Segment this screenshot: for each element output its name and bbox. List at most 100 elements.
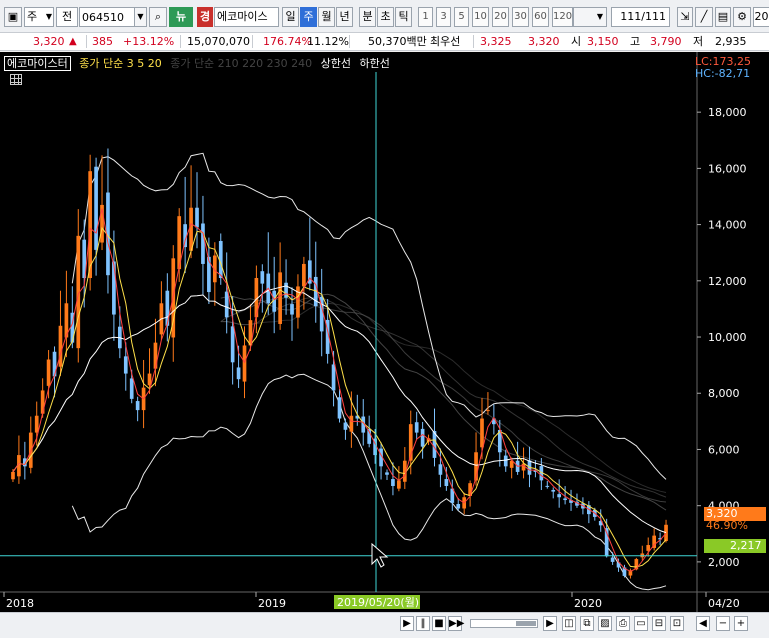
candle-body bbox=[224, 291, 229, 318]
search-icon[interactable]: ⌕ bbox=[149, 7, 167, 27]
chart-legend: 에코마이스터 종가 단순 3 5 20 종가 단순 210 220 230 24… bbox=[4, 55, 390, 71]
chart-scrollbar[interactable] bbox=[470, 619, 538, 628]
lower-band-line bbox=[71, 373, 667, 591]
candle-body bbox=[112, 261, 116, 315]
volume-ratio: 176.74% bbox=[263, 35, 312, 48]
candle-body bbox=[201, 223, 205, 264]
best-price-label: 최우선 bbox=[430, 35, 461, 48]
zoom-out-icon[interactable]: − bbox=[716, 616, 730, 631]
layout-icon[interactable]: ◫ bbox=[562, 616, 576, 631]
page-counter[interactable]: 111/111 bbox=[611, 7, 670, 27]
timeframe-tab[interactable]: 일 bbox=[282, 7, 299, 27]
candle-body bbox=[349, 415, 354, 432]
low-price: 2,935 bbox=[715, 35, 747, 48]
candle-body bbox=[557, 494, 562, 498]
chart-area[interactable]: 2,0004,0006,0008,00010,00012,00014,00016… bbox=[0, 52, 769, 612]
x-tick-label: 2020 bbox=[574, 597, 602, 610]
candle-body bbox=[189, 207, 193, 251]
candle-body bbox=[331, 364, 336, 391]
candle-body bbox=[302, 263, 306, 287]
chart-menu-icon[interactable]: ▣ bbox=[4, 7, 22, 27]
candle-body bbox=[165, 290, 170, 326]
draw-line-icon[interactable]: ╱ bbox=[695, 7, 713, 27]
candle-body bbox=[147, 373, 152, 386]
scroll-thumb[interactable] bbox=[516, 621, 536, 626]
interval-button[interactable]: 120 bbox=[552, 7, 573, 27]
scroll-left-icon[interactable]: ◀ bbox=[696, 616, 710, 631]
image-icon[interactable]: ▨ bbox=[598, 616, 612, 631]
fast-forward-icon[interactable]: ▶▶ bbox=[448, 616, 464, 631]
timeframe-tab[interactable]: 주 bbox=[300, 7, 317, 27]
candle-body bbox=[123, 356, 128, 374]
long-ma-line bbox=[220, 296, 667, 498]
candle-body bbox=[153, 342, 158, 369]
stop-icon[interactable]: ■ bbox=[432, 616, 446, 631]
candle-body bbox=[610, 557, 615, 562]
legend-ma-long: 종가 단순 210 220 230 240 bbox=[170, 57, 313, 70]
play-icon[interactable]: ▶ bbox=[400, 616, 414, 631]
y-tick-label: 6,000 bbox=[708, 443, 740, 456]
code-dropdown-icon[interactable]: ▼ bbox=[134, 7, 147, 27]
lock-icon[interactable]: ⊡ bbox=[670, 616, 684, 631]
interval-button[interactable]: 5 bbox=[454, 7, 469, 27]
timeframe-tab[interactable]: 틱 bbox=[395, 7, 412, 27]
candle-body bbox=[503, 455, 508, 467]
period-select[interactable]: 주 ▼ bbox=[24, 7, 54, 27]
zoom-in-icon[interactable]: + bbox=[734, 616, 748, 631]
candle-body bbox=[135, 401, 140, 411]
zoom-fit-icon[interactable]: ⇲ bbox=[677, 7, 693, 27]
low-label: 저 bbox=[693, 35, 704, 48]
interval-button[interactable]: 3 bbox=[436, 7, 451, 27]
grid-icon[interactable] bbox=[10, 74, 22, 85]
interval-button[interactable]: 60 bbox=[532, 7, 549, 27]
legend-ma-short: 종가 단순 3 5 20 bbox=[79, 57, 162, 70]
scroll-right-icon[interactable]: ▶ bbox=[543, 616, 557, 631]
trading-value: 50,370백만 bbox=[368, 35, 427, 48]
candle-body bbox=[58, 325, 63, 367]
copy-icon[interactable]: ⧉ bbox=[580, 616, 594, 631]
candle-body bbox=[337, 397, 342, 419]
interval-dropdown[interactable]: ▼ bbox=[573, 7, 607, 27]
open-price: 3,150 bbox=[587, 35, 619, 48]
market-select[interactable]: 전 bbox=[56, 7, 78, 27]
toolbar: ▣ 주 ▼ 전 ▼ ⌕ 뉴 경 에코마이스 일주월년분초틱 1351020306… bbox=[0, 0, 769, 33]
save-icon[interactable]: ▤ bbox=[715, 7, 731, 27]
interval-button[interactable]: 20 bbox=[492, 7, 509, 27]
price-chart[interactable]: 2,0004,0006,0008,00010,00012,00014,00016… bbox=[0, 52, 769, 612]
candle-body bbox=[438, 464, 443, 475]
page-total: /111 bbox=[641, 10, 666, 23]
price-change-pct: +13.12% bbox=[123, 35, 175, 48]
timeframe-tab[interactable]: 초 bbox=[377, 7, 394, 27]
y-tick-label: 10,000 bbox=[708, 331, 747, 344]
quote-bar: 3,320 ▲ 385 +13.12% 15,070,070 176.74% 1… bbox=[0, 33, 769, 51]
candle-body bbox=[343, 422, 348, 430]
window-icon[interactable]: ▭ bbox=[634, 616, 648, 631]
timeframe-tab[interactable]: 월 bbox=[318, 7, 335, 27]
long-ma-line bbox=[220, 296, 667, 503]
crosshair-price-tag: 2,217 bbox=[704, 539, 766, 553]
crosshair-date: 2019/05/20(월) bbox=[337, 596, 419, 609]
gear-icon[interactable]: ⚙ bbox=[733, 7, 751, 27]
up-arrow-icon: ▲ bbox=[69, 36, 77, 47]
pause-icon[interactable]: ‖ bbox=[416, 616, 430, 631]
candle-body bbox=[46, 359, 51, 386]
print-icon[interactable]: ⎙ bbox=[616, 616, 630, 631]
stock-name: 에코마이스 bbox=[214, 7, 279, 27]
candle-body bbox=[195, 207, 199, 228]
interval-button[interactable]: 10 bbox=[472, 7, 489, 27]
interval-button[interactable]: 1 bbox=[418, 7, 433, 27]
current-price: 3,320 bbox=[33, 35, 65, 48]
high-price: 3,790 bbox=[650, 35, 682, 48]
candle-body bbox=[290, 304, 294, 315]
candle-body bbox=[242, 345, 247, 382]
y-tick-label: 12,000 bbox=[708, 275, 747, 288]
news-button[interactable]: 뉴 bbox=[169, 7, 193, 27]
candle-body bbox=[420, 428, 425, 447]
candle-body bbox=[230, 326, 235, 363]
timeframe-tab[interactable]: 분 bbox=[359, 7, 376, 27]
interval-button[interactable]: 30 bbox=[512, 7, 529, 27]
best-bid: 3,320 bbox=[528, 35, 560, 48]
candle-body bbox=[34, 415, 39, 433]
split-icon[interactable]: ⊟ bbox=[652, 616, 666, 631]
timeframe-tab[interactable]: 년 bbox=[336, 7, 353, 27]
